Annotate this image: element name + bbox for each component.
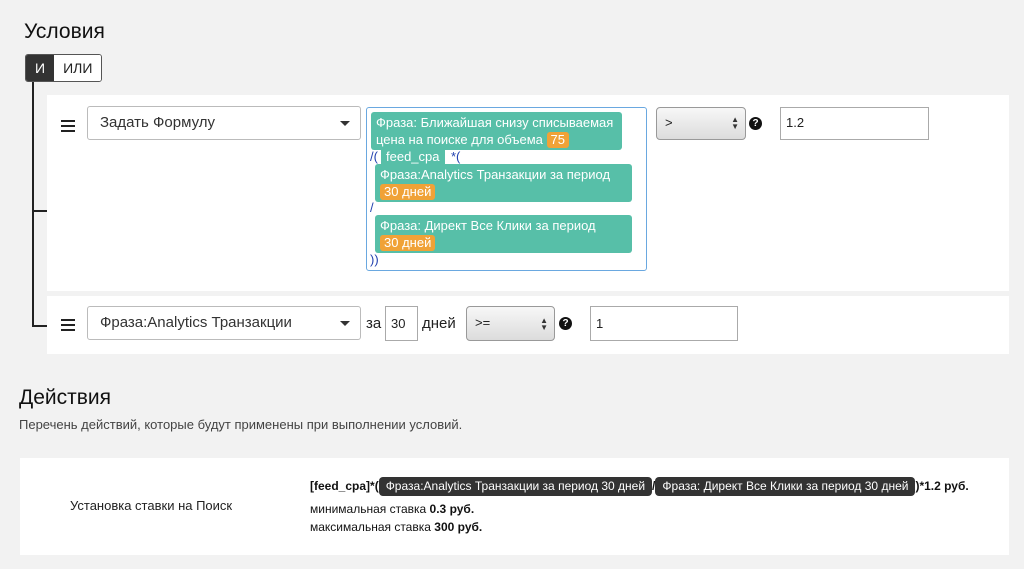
formula-chip-analytics[interactable]: Фраза:Analytics Транзакции за период 30 … xyxy=(375,164,632,202)
min-bid-label: минимальная ставка xyxy=(310,502,427,516)
min-bid-value: 0.3 xyxy=(429,502,447,516)
max-bid-value: 300 xyxy=(434,520,455,534)
formula-chip-badge: 30 дней xyxy=(380,184,436,200)
formula-operator: / xyxy=(370,200,374,215)
action-formula: [feed_cpa]*(Фраза:Analytics Транзакции з… xyxy=(310,477,969,496)
max-bid: максимальная ставка 300 руб. xyxy=(310,520,482,534)
condition-type-select[interactable]: Задать Формулу xyxy=(87,106,361,140)
chevron-down-icon xyxy=(340,321,350,326)
drag-handle-icon[interactable] xyxy=(61,319,75,331)
help-icon[interactable]: ? xyxy=(559,317,572,330)
action-name: Установка ставки на Поиск xyxy=(70,498,233,513)
tree-line-branch-1 xyxy=(32,210,47,212)
max-bid-label: максимальная ставка xyxy=(310,520,431,534)
operator-select[interactable]: >= ▲ ▼ xyxy=(466,306,555,341)
max-bid-currency: руб. xyxy=(457,520,483,534)
action-formula-suffix: )*1.2 руб. xyxy=(915,479,969,493)
formula-editor[interactable]: Фраза: Ближайшая снизу списываемая цена … xyxy=(366,107,647,271)
action-formula-prefix: [feed_cpa]*( xyxy=(310,479,379,493)
formula-operator: )) xyxy=(370,252,379,267)
action-formula-chip-analytics: Фраза:Analytics Транзакции за период 30 … xyxy=(378,477,653,496)
condition-value-input[interactable]: 1 xyxy=(590,306,738,341)
operator-value: >= xyxy=(475,315,491,330)
min-bid: минимальная ставка 0.3 руб. xyxy=(310,502,474,516)
condition-type-select[interactable]: Фраза:Analytics Транзакции xyxy=(87,306,361,340)
condition-value-input[interactable]: 1.2 xyxy=(780,107,929,140)
actions-subtitle: Перечень действий, которые будут примене… xyxy=(19,417,463,432)
actions-title: Действия xyxy=(19,386,112,409)
conditions-title: Условия xyxy=(24,20,105,43)
formula-operator: /( xyxy=(370,149,378,164)
formula-chip-badge: 30 дней xyxy=(380,235,436,251)
and-button[interactable]: И xyxy=(26,55,55,81)
formula-chip-label: Фраза: Ближайшая снизу списываемая цена … xyxy=(376,115,614,147)
za-label: за xyxy=(366,315,382,332)
updown-arrows-icon: ▲ ▼ xyxy=(540,316,548,332)
days-label: дней xyxy=(422,315,456,332)
operator-select[interactable]: > ▲ ▼ xyxy=(656,107,746,140)
or-button[interactable]: ИЛИ xyxy=(54,55,102,81)
operator-value: > xyxy=(665,115,673,130)
action-item: Установка ставки на Поиск [feed_cpa]*(Фр… xyxy=(20,458,1009,555)
min-bid-currency: руб. xyxy=(449,502,475,516)
updown-arrows-icon: ▲ ▼ xyxy=(731,115,739,131)
condition-type-value: Фраза:Analytics Транзакции xyxy=(100,314,292,331)
help-icon[interactable]: ? xyxy=(749,117,762,130)
tree-line-vertical xyxy=(32,82,34,327)
and-or-toggle[interactable]: И ИЛИ xyxy=(25,54,103,82)
days-input[interactable]: 30 xyxy=(385,306,418,341)
formula-chip-badge: 75 xyxy=(546,132,569,148)
formula-chip-phrase-price[interactable]: Фраза: Ближайшая снизу списываемая цена … xyxy=(371,112,622,150)
formula-chip-label: Фраза: Директ Все Клики за период xyxy=(380,218,596,233)
formula-chip-direct-clicks[interactable]: Фраза: Директ Все Клики за период 30 дне… xyxy=(375,215,632,253)
tree-line-branch-2 xyxy=(32,325,47,327)
action-formula-chip-clicks: Фраза: Директ Все Клики за период 30 дне… xyxy=(655,477,916,496)
formula-chip-label: Фраза:Analytics Транзакции за период xyxy=(380,167,611,182)
condition-type-value: Задать Формулу xyxy=(100,114,216,131)
drag-handle-icon[interactable] xyxy=(61,120,75,132)
formula-operator: *( xyxy=(451,149,461,164)
chevron-down-icon xyxy=(340,121,350,126)
